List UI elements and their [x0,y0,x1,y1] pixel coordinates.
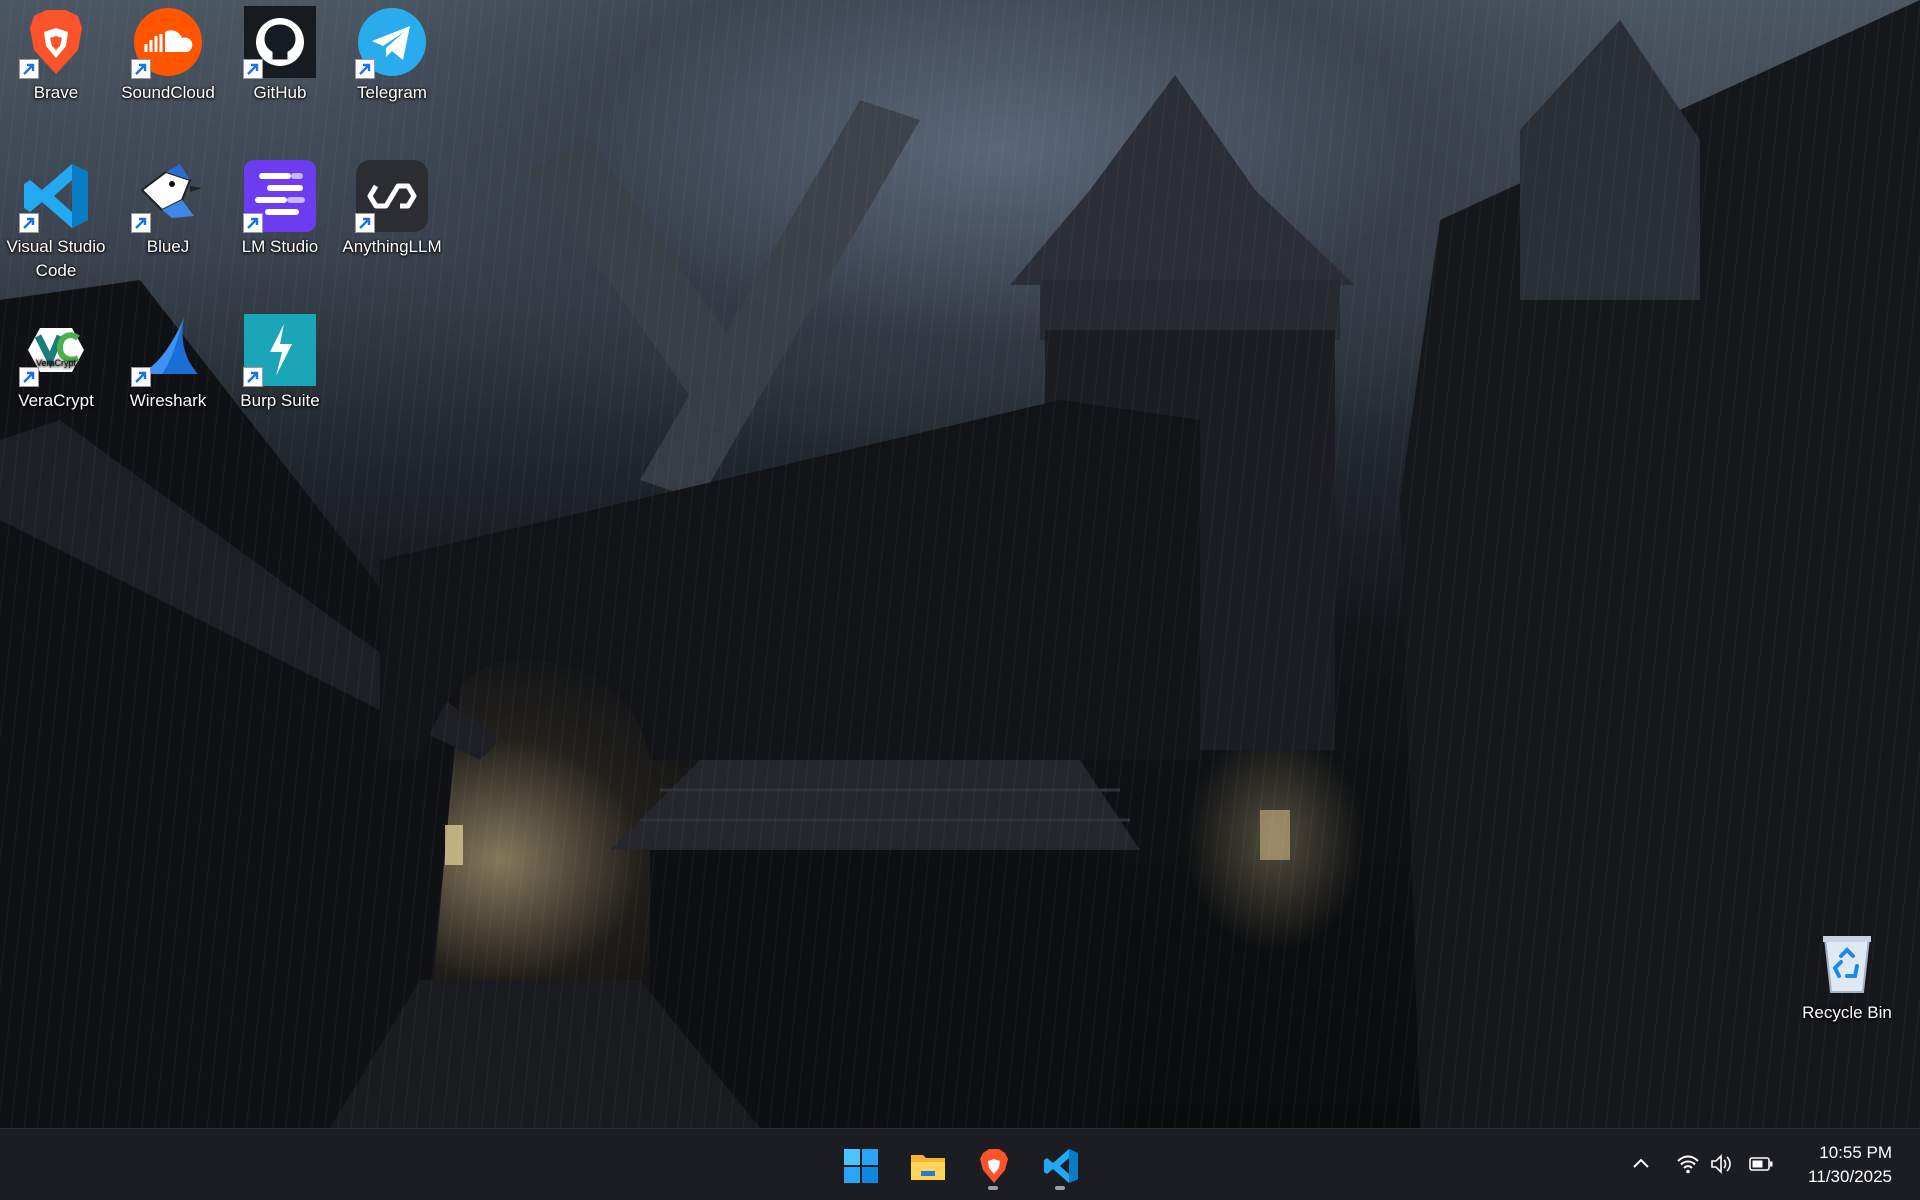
taskbar-start-button[interactable] [834,1139,886,1191]
tray-network-button[interactable] [1675,1151,1701,1177]
desktop-icon-vscode[interactable]: Visual Studio Code [0,154,112,283]
tray-volume-button[interactable] [1708,1151,1734,1177]
desktop-icon-label: BlueJ [146,237,190,256]
taskbar-file-explorer[interactable] [901,1139,953,1191]
shortcut-arrow-icon [19,213,39,233]
desktop-icon-label: SoundCloud [121,83,215,102]
desktop-icon-label: GitHub [253,83,307,102]
desktop-wallpaper: Brave SoundCloud GitHub Telegram Visual … [0,0,1920,1128]
desktop-icon-telegram[interactable]: Telegram [336,0,448,105]
file-explorer-icon [911,1155,945,1180]
veracrypt-badge-text: VeraCrypt [36,358,77,368]
shortcut-arrow-icon [355,59,375,79]
vscode-icon [1044,1149,1078,1183]
tray-battery-button[interactable] [1748,1151,1774,1177]
desktop-icon-label: LM Studio [241,237,319,256]
desktop-icon-burp-suite[interactable]: Burp Suite [224,308,336,413]
running-indicator [988,1186,998,1190]
lm-studio-icon [243,160,316,233]
desktop-icon-label: Visual Studio Code [6,237,106,280]
tray-overflow-button[interactable] [1628,1151,1654,1177]
running-indicator [1055,1186,1065,1190]
anythingllm-icon [355,160,428,233]
desktop-icon-label: Brave [33,83,79,102]
soundcloud-icon [131,6,204,79]
vscode-icon [19,160,92,233]
desktop-icon-lm-studio[interactable]: LM Studio [224,154,336,259]
desktop-icon-anythingllm[interactable]: AnythingLLM [336,154,448,259]
shortcut-arrow-icon [19,367,39,387]
veracrypt-icon: VeraCrypt [19,314,92,387]
battery-icon [1749,1157,1773,1171]
shortcut-arrow-icon [243,367,263,387]
taskbar-vscode[interactable] [1034,1139,1086,1191]
chevron-up-icon [1633,1158,1649,1168]
shortcut-arrow-icon [131,367,151,387]
shortcut-arrow-icon [243,213,263,233]
desktop-icon-label: Recycle Bin [1802,1003,1892,1022]
taskbar-clock[interactable]: 10:55 PM 11/30/2025 [1808,1141,1892,1189]
desktop-icon-label: VeraCrypt [18,391,94,410]
clock-time: 10:55 PM [1819,1143,1892,1162]
windows-start-icon [844,1149,878,1183]
shortcut-arrow-icon [131,59,151,79]
bluej-icon [131,160,204,233]
desktop-icon-github[interactable]: GitHub [224,0,336,105]
volume-icon [1711,1154,1731,1174]
wifi-icon [1677,1155,1699,1174]
desktop-icon-brave[interactable]: Brave [0,0,112,105]
brave-icon [19,6,92,79]
recycle-bin-icon [1811,926,1883,998]
shortcut-arrow-icon [243,59,263,79]
shortcut-arrow-icon [355,213,375,233]
desktop-icon-label: Wireshark [129,391,207,410]
desktop-icon-bluej[interactable]: BlueJ [112,154,224,259]
brave-icon [980,1149,1008,1183]
clock-date: 11/30/2025 [1808,1167,1892,1186]
desktop-icon-label: AnythingLLM [342,237,442,256]
desktop-icon-label: Telegram [357,83,427,102]
shortcut-arrow-icon [19,59,39,79]
telegram-icon [355,6,428,79]
desktop-icon-recycle-bin[interactable]: Recycle Bin [1791,920,1903,1025]
shortcut-arrow-icon [131,213,151,233]
wireshark-icon [131,314,204,387]
desktop-icon-wireshark[interactable]: Wireshark [112,308,224,413]
desktop-icon-label: Burp Suite [240,391,320,410]
burp-suite-icon [243,314,316,387]
desktop-icon-veracrypt[interactable]: VeraCrypt VeraCrypt [0,308,112,413]
taskbar-brave[interactable] [967,1139,1019,1191]
taskbar: 10:55 PM 11/30/2025 [0,1128,1920,1200]
desktop-icon-soundcloud[interactable]: SoundCloud [112,0,224,105]
github-icon [243,6,316,79]
